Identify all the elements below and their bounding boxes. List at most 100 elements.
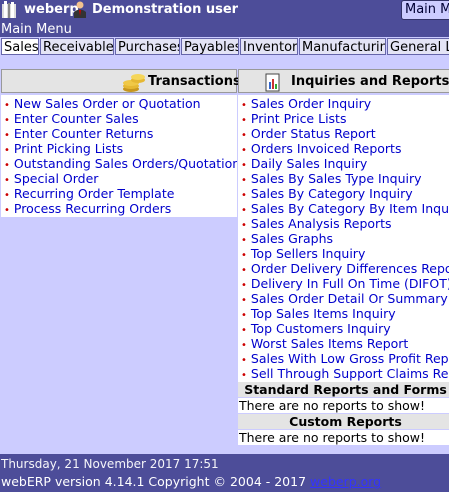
tab-label: General Le bbox=[390, 40, 449, 55]
user-icon bbox=[74, 1, 86, 18]
menu-item[interactable]: • Special Order bbox=[1, 171, 237, 186]
tab-purchases[interactable]: Purchases bbox=[115, 38, 180, 55]
menu-item[interactable]: • Orders Invoiced Reports bbox=[238, 141, 449, 156]
tab-manufacturing[interactable]: Manufacturing bbox=[299, 38, 386, 55]
menu-item-label[interactable]: Order Delivery Differences Report bbox=[251, 261, 449, 276]
menu-item[interactable]: • Outstanding Sales Orders/Quotations bbox=[1, 156, 237, 171]
menu-item-label[interactable]: Enter Counter Sales bbox=[14, 111, 139, 126]
menu-item-label[interactable]: Delivery In Full On Time (DIFOT) Report bbox=[251, 276, 449, 291]
bullet-icon: • bbox=[241, 310, 247, 321]
menu-item-label[interactable]: Outstanding Sales Orders/Quotations bbox=[14, 156, 237, 171]
menu-item[interactable]: • Sell Through Support Claims Report bbox=[238, 366, 449, 381]
menu-item-label[interactable]: Sales With Low Gross Profit Report bbox=[251, 351, 449, 366]
menu-item[interactable]: • Sales By Sales Type Inquiry bbox=[238, 171, 449, 186]
standard-reports-empty: There are no reports to show! bbox=[238, 398, 449, 413]
menu-item[interactable]: • Sales With Low Gross Profit Report bbox=[238, 351, 449, 366]
tab-general-ledger[interactable]: General Le bbox=[387, 38, 449, 55]
bullet-icon: • bbox=[241, 280, 247, 291]
menu-item-label[interactable]: Sales Analysis Reports bbox=[251, 216, 392, 231]
menu-item-label[interactable]: Order Status Report bbox=[251, 126, 376, 141]
menu-item-label[interactable]: Sales Order Inquiry bbox=[251, 96, 371, 111]
copyright-text: webERP version 4.14.1 Copyright © 2004 -… bbox=[1, 474, 307, 489]
menu-item-label[interactable]: Orders Invoiced Reports bbox=[251, 141, 402, 156]
menu-item-label[interactable]: Sales By Category Inquiry bbox=[251, 186, 413, 201]
menu-item[interactable]: • Sales Analysis Reports bbox=[238, 216, 449, 231]
footer-copyright: webERP version 4.14.1 Copyright © 2004 -… bbox=[1, 474, 381, 489]
menu-item-label[interactable]: Sell Through Support Claims Report bbox=[251, 366, 449, 381]
menu-item-label[interactable]: Top Customers Inquiry bbox=[251, 321, 391, 336]
menu-item[interactable]: • Sales By Category By Item Inquiry bbox=[238, 201, 449, 216]
menu-item-label[interactable]: Print Price Lists bbox=[251, 111, 347, 126]
bullet-icon: • bbox=[241, 340, 247, 351]
transactions-title: Transactions bbox=[148, 74, 241, 89]
menu-item[interactable]: • Delivery In Full On Time (DIFOT) Report bbox=[238, 276, 449, 291]
menu-item[interactable]: • Recurring Order Template bbox=[1, 186, 237, 201]
bullet-icon: • bbox=[241, 370, 247, 381]
bullet-icon: • bbox=[4, 115, 10, 126]
inquiries-header: Inquiries and Reports bbox=[238, 69, 449, 93]
menu-item[interactable]: • Worst Sales Items Report bbox=[238, 336, 449, 351]
bullet-icon: • bbox=[241, 295, 247, 306]
custom-reports-empty: There are no reports to show! bbox=[238, 430, 449, 445]
menu-item-label[interactable]: Special Order bbox=[14, 171, 99, 186]
menu-item[interactable]: • Order Delivery Differences Report bbox=[238, 261, 449, 276]
menu-item-label[interactable]: New Sales Order or Quotation bbox=[14, 96, 201, 111]
tab-sales[interactable]: Sales bbox=[1, 38, 39, 55]
menu-item[interactable]: • Print Picking Lists bbox=[1, 141, 237, 156]
menu-item-label[interactable]: Sales By Sales Type Inquiry bbox=[251, 171, 422, 186]
bullet-icon: • bbox=[4, 205, 10, 216]
bullet-icon: • bbox=[4, 175, 10, 186]
menu-item[interactable]: • Top Sales Items Inquiry bbox=[238, 306, 449, 321]
menu-item-label[interactable]: Daily Sales Inquiry bbox=[251, 156, 367, 171]
menu-item[interactable]: • Daily Sales Inquiry bbox=[238, 156, 449, 171]
bullet-icon: • bbox=[241, 235, 247, 246]
menu-item[interactable]: • Top Sellers Inquiry bbox=[238, 246, 449, 261]
menu-item[interactable]: • Enter Counter Sales bbox=[1, 111, 237, 126]
menu-item[interactable]: • Process Recurring Orders bbox=[1, 201, 237, 216]
menu-item-label[interactable]: Sales By Category By Item Inquiry bbox=[251, 201, 449, 216]
tab-receivables[interactable]: Receivables bbox=[40, 38, 114, 55]
coins-icon bbox=[123, 74, 145, 92]
bullet-icon: • bbox=[4, 190, 10, 201]
page-title: Main Menu bbox=[1, 22, 72, 37]
bullet-icon: • bbox=[241, 250, 247, 261]
bullet-icon: • bbox=[4, 160, 10, 171]
menu-item[interactable]: • Sales By Category Inquiry bbox=[238, 186, 449, 201]
menu-item-label[interactable]: Print Picking Lists bbox=[14, 141, 123, 156]
menu-item-label[interactable]: Recurring Order Template bbox=[14, 186, 175, 201]
menu-item[interactable]: • Sales Order Detail Or Summary Inquiries bbox=[238, 291, 449, 306]
menu-item-label[interactable]: Sales Order Detail Or Summary Inquiries bbox=[251, 291, 449, 306]
transactions-list: • New Sales Order or Quotation • Enter Coun… bbox=[1, 95, 237, 217]
menu-item[interactable]: • New Sales Order or Quotation bbox=[1, 96, 237, 111]
menu-item-label[interactable]: Process Recurring Orders bbox=[14, 201, 171, 216]
bullet-icon: • bbox=[241, 205, 247, 216]
tab-payables[interactable]: Payables bbox=[181, 38, 239, 55]
custom-reports-heading: Custom Reports bbox=[238, 414, 449, 429]
tab-label: Payables bbox=[184, 40, 239, 55]
inquiries-title: Inquiries and Reports bbox=[291, 74, 449, 89]
menu-item-label[interactable]: Top Sellers Inquiry bbox=[251, 246, 365, 261]
menu-item[interactable]: • Sales Order Inquiry bbox=[238, 96, 449, 111]
menu-item[interactable]: • Enter Counter Returns bbox=[1, 126, 237, 141]
bullet-icon: • bbox=[241, 100, 247, 111]
username[interactable]: Demonstration user bbox=[92, 2, 238, 17]
bullet-icon: • bbox=[241, 220, 247, 231]
menu-item-label[interactable]: Worst Sales Items Report bbox=[251, 336, 408, 351]
report-icon bbox=[265, 73, 280, 92]
main-menu-link[interactable]: Main Menu bbox=[401, 0, 449, 20]
tab-label: Manufacturing bbox=[302, 40, 385, 55]
menu-item-label[interactable]: Enter Counter Returns bbox=[14, 126, 153, 141]
menu-item[interactable]: • Print Price Lists bbox=[238, 111, 449, 126]
weberp-link[interactable]: weberp.org bbox=[310, 474, 381, 489]
transactions-header: Transactions bbox=[1, 69, 241, 93]
tab-label: Purchases bbox=[118, 40, 180, 55]
menu-item-label[interactable]: Top Sales Items Inquiry bbox=[251, 306, 396, 321]
bullet-icon: • bbox=[241, 130, 247, 141]
menu-item[interactable]: • Order Status Report bbox=[238, 126, 449, 141]
company-name[interactable]: weberp bbox=[24, 2, 79, 17]
tab-inventory[interactable]: Inventory bbox=[240, 38, 298, 55]
menu-item[interactable]: • Top Customers Inquiry bbox=[238, 321, 449, 336]
bullet-icon: • bbox=[241, 325, 247, 336]
menu-item[interactable]: • Sales Graphs bbox=[238, 231, 449, 246]
menu-item-label[interactable]: Sales Graphs bbox=[251, 231, 333, 246]
